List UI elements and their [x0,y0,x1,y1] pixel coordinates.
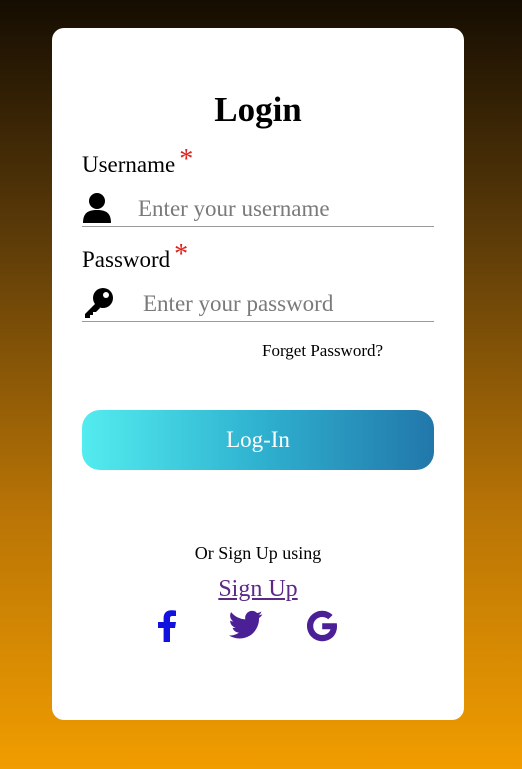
twitter-icon[interactable] [229,610,263,642]
password-label: Password * [82,241,188,273]
username-label: Username * [82,146,193,178]
username-input[interactable] [138,194,428,224]
password-field [82,285,434,322]
username-field [82,190,434,227]
password-label-text: Password [82,247,171,272]
facebook-icon[interactable] [156,610,178,642]
user-icon [82,192,112,224]
sign-up-link[interactable]: Sign Up [218,576,297,602]
google-icon[interactable] [306,610,338,642]
password-input[interactable] [143,289,433,319]
login-button[interactable]: Log-In [82,410,434,470]
or-sign-up-text: Or Sign Up using [194,543,322,563]
page-title: Login [214,90,302,129]
username-label-text: Username [82,152,176,177]
login-card: Login Username* Password* Forget Passwor… [52,28,464,720]
key-icon [82,287,113,319]
sign-up-link-wrapper: Sign Up [52,577,464,601]
required-mark: * [174,239,189,270]
required-mark: * [179,144,194,175]
forgot-password-link[interactable]: Forget Password? [262,342,383,359]
